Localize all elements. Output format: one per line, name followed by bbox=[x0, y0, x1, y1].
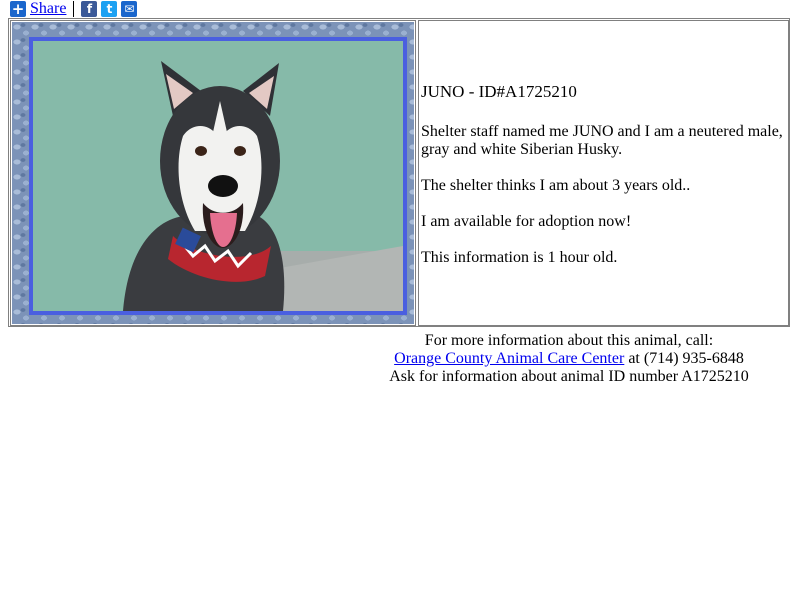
share-divider bbox=[73, 1, 75, 17]
share-link[interactable]: Share bbox=[30, 0, 66, 18]
photo-cell bbox=[10, 20, 416, 326]
share-bar: + Share f t ✉ bbox=[10, 0, 141, 18]
shelter-phone: at (714) 935-6848 bbox=[624, 350, 744, 367]
contact-line: Orange County Animal Care Center at (714… bbox=[369, 350, 769, 368]
contact-footer: For more information about this animal, … bbox=[369, 332, 769, 386]
info-cell: JUNO - ID#A1725210 Shelter staff named m… bbox=[418, 20, 789, 326]
animal-id-note: Ask for information about animal ID numb… bbox=[389, 368, 749, 385]
twitter-icon[interactable]: t bbox=[101, 1, 118, 17]
animal-description: Shelter staff named me JUNO and I am a n… bbox=[421, 123, 783, 158]
animal-age: The shelter thinks I am about 3 years ol… bbox=[421, 177, 691, 194]
info-freshness: This information is 1 hour old. bbox=[421, 249, 618, 266]
contact-intro: For more information about this animal, … bbox=[424, 332, 714, 349]
husky-illustration bbox=[33, 41, 403, 311]
facebook-icon[interactable]: f bbox=[81, 1, 98, 17]
animal-title: JUNO - ID#A1725210 bbox=[421, 82, 577, 101]
animal-photo bbox=[29, 37, 407, 315]
plus-icon[interactable]: + bbox=[10, 1, 26, 17]
animal-availability: I am available for adoption now! bbox=[421, 213, 632, 230]
shelter-link[interactable]: Orange County Animal Care Center bbox=[394, 350, 624, 367]
email-icon[interactable]: ✉ bbox=[121, 1, 138, 17]
